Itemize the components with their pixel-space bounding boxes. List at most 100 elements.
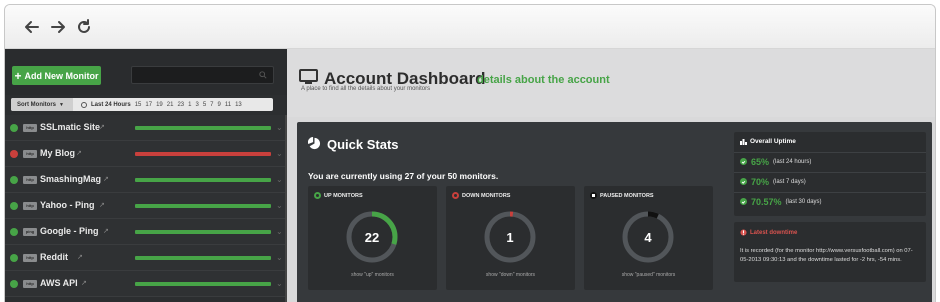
uptime-percent: 70%	[751, 176, 770, 187]
hour-tick: 13	[235, 101, 242, 108]
arrow-right-icon	[51, 21, 65, 33]
chevron-down-icon[interactable]: ⌄	[276, 175, 283, 184]
show-monitors-link[interactable]: show "down" monitors	[446, 272, 575, 278]
main-content: Account Dashboard details about the acco…	[287, 49, 935, 302]
show-monitors-link[interactable]: show "paused" monitors	[584, 272, 713, 278]
monitor-count: 22	[364, 229, 380, 245]
sort-bar: Sort Monitors ▼ Last 24 Hours 15 17 19 21 23…	[11, 98, 273, 111]
box-header: DOWN MONITORS	[452, 192, 510, 199]
refresh-icon	[78, 19, 90, 33]
hour-tick: 3	[195, 101, 199, 108]
overall-uptime-title: Overall Uptime	[750, 138, 796, 145]
sidebar-header: + Add New Monitor	[5, 49, 287, 95]
chevron-down-icon[interactable]: ⌄	[276, 201, 283, 210]
uptime-bar	[135, 282, 271, 286]
show-monitors-link[interactable]: show "up" monitors	[308, 272, 437, 278]
box-label: PAUSED MONITORS	[600, 192, 654, 199]
status-dot-icon	[314, 192, 321, 199]
sort-label: Sort Monitors	[17, 101, 56, 108]
monitor-row[interactable]: http Reddit ↗ ⌄	[5, 245, 287, 271]
uptime-bar	[135, 152, 271, 156]
monitor-name[interactable]: AWS API	[40, 278, 78, 288]
protocol-badge: http	[23, 254, 37, 262]
monitor-row[interactable]: http SmashingMag ↗ ⌄	[5, 167, 287, 193]
up-monitors-box: UP MONITORS 22 show "up" monitors	[308, 186, 437, 290]
chevron-down-icon[interactable]: ⌄	[276, 227, 283, 236]
box-header: UP MONITORS	[314, 192, 363, 199]
overall-uptime-header: Overall Uptime	[740, 138, 796, 145]
box-label: UP MONITORS	[324, 192, 363, 199]
hour-tick: 21	[166, 101, 174, 108]
uptime-bar	[135, 256, 271, 260]
monitor-name[interactable]: SmashingMag	[40, 174, 101, 184]
hour-tick: 1	[188, 101, 192, 108]
forward-button[interactable]	[48, 17, 68, 37]
latest-downtime-card: Latest downtime It is recorded (for the …	[734, 222, 926, 282]
external-link-icon[interactable]: ↗	[103, 175, 109, 183]
status-up-icon	[10, 202, 18, 210]
add-monitor-label: Add New Monitor	[24, 70, 99, 81]
chevron-down-icon[interactable]: ⌄	[276, 149, 283, 158]
external-link-icon[interactable]: ↗	[77, 253, 83, 261]
add-monitor-button[interactable]: + Add New Monitor	[12, 66, 101, 85]
monitor-row[interactable]: http My Blog ↗ ⌄	[5, 141, 287, 167]
monitor-name[interactable]: Google - Ping	[40, 226, 99, 236]
chevron-down-icon[interactable]: ⌄	[276, 253, 283, 262]
sidebar: + Add New Monitor Sort Monitors ▼ Last 2…	[5, 49, 287, 302]
status-down-icon	[10, 150, 18, 158]
plus-icon: +	[14, 68, 22, 83]
clock-icon	[81, 101, 87, 108]
quick-stats-title: Quick Stats	[327, 137, 399, 152]
monitor-row[interactable]: http AWS API ↗ ⌄	[5, 271, 287, 297]
uptime-row: 70.57% (last 30 days)	[734, 192, 926, 210]
uptime-row: 65% (last 24 hours)	[734, 152, 926, 170]
status-dot-icon	[590, 192, 597, 199]
hours-axis: Last 24 Hours 15 17 19 21 23 1 3 5 7 9 11 13	[81, 98, 242, 111]
protocol-badge: http	[23, 280, 37, 288]
monitor-name[interactable]: Yahoo - Ping	[40, 200, 95, 210]
hour-tick: 9	[217, 101, 221, 108]
chevron-down-icon[interactable]: ⌄	[276, 279, 283, 288]
external-link-icon[interactable]: ↗	[103, 227, 109, 235]
uptime-percent: 70.57%	[751, 196, 782, 207]
protocol-badge: http	[23, 124, 37, 132]
box-header: PAUSED MONITORS	[590, 192, 654, 199]
monitor-name[interactable]: My Blog	[40, 148, 75, 158]
status-up-icon	[10, 124, 18, 132]
monitor-row[interactable]: http SSLmatic Site ↗ ⌄	[5, 115, 287, 141]
sort-monitors-dropdown[interactable]: Sort Monitors ▼	[11, 98, 73, 111]
search-input[interactable]	[131, 66, 274, 84]
status-up-icon	[10, 176, 18, 184]
uptime-period: (last 24 hours)	[773, 158, 812, 165]
down-monitors-box: DOWN MONITORS 1 show "down" monitors	[446, 186, 575, 290]
chevron-down-icon[interactable]: ⌄	[276, 123, 283, 132]
box-label: DOWN MONITORS	[462, 192, 511, 199]
monitor-name[interactable]: Reddit	[40, 252, 68, 262]
external-link-icon[interactable]: ↗	[81, 279, 87, 287]
latest-downtime-text: It is recorded (for the monitor http://w…	[740, 248, 913, 263]
latest-downtime-header: Latest downtime	[740, 229, 797, 236]
page-subtitle: details about the account	[477, 74, 610, 86]
monitor-row[interactable]: http Yahoo - Ping ↗ ⌄	[5, 193, 287, 219]
refresh-button[interactable]	[74, 17, 94, 37]
protocol-badge: http	[23, 202, 37, 210]
uptime-bar	[135, 178, 271, 182]
protocol-badge: ping	[23, 228, 37, 236]
overall-uptime-card: Overall Uptime 65% (last 24 hours) 70% (las…	[734, 132, 926, 216]
monitor-count: 1	[506, 229, 514, 245]
uptime-period: (last 30 days)	[785, 198, 822, 205]
external-link-icon[interactable]: ↗	[99, 201, 105, 209]
uptime-percent: 65%	[751, 156, 770, 167]
quick-stats-panel: Quick Stats You are currently using 27 o…	[297, 122, 932, 302]
monitor-row[interactable]: ping Google - Ping ↗ ⌄	[5, 219, 287, 245]
status-dot-icon	[452, 192, 459, 199]
uptime-row: 70% (last 7 days)	[734, 172, 926, 190]
back-button[interactable]	[22, 17, 42, 37]
uptime-bar	[135, 126, 271, 130]
hour-tick: 19	[156, 101, 163, 108]
monitor-name[interactable]: SSLmatic Site	[40, 122, 100, 132]
hour-tick: 11	[224, 101, 232, 108]
external-link-icon[interactable]: ↗	[99, 123, 105, 131]
uptime-bar	[135, 204, 271, 208]
external-link-icon[interactable]: ↗	[76, 149, 82, 157]
